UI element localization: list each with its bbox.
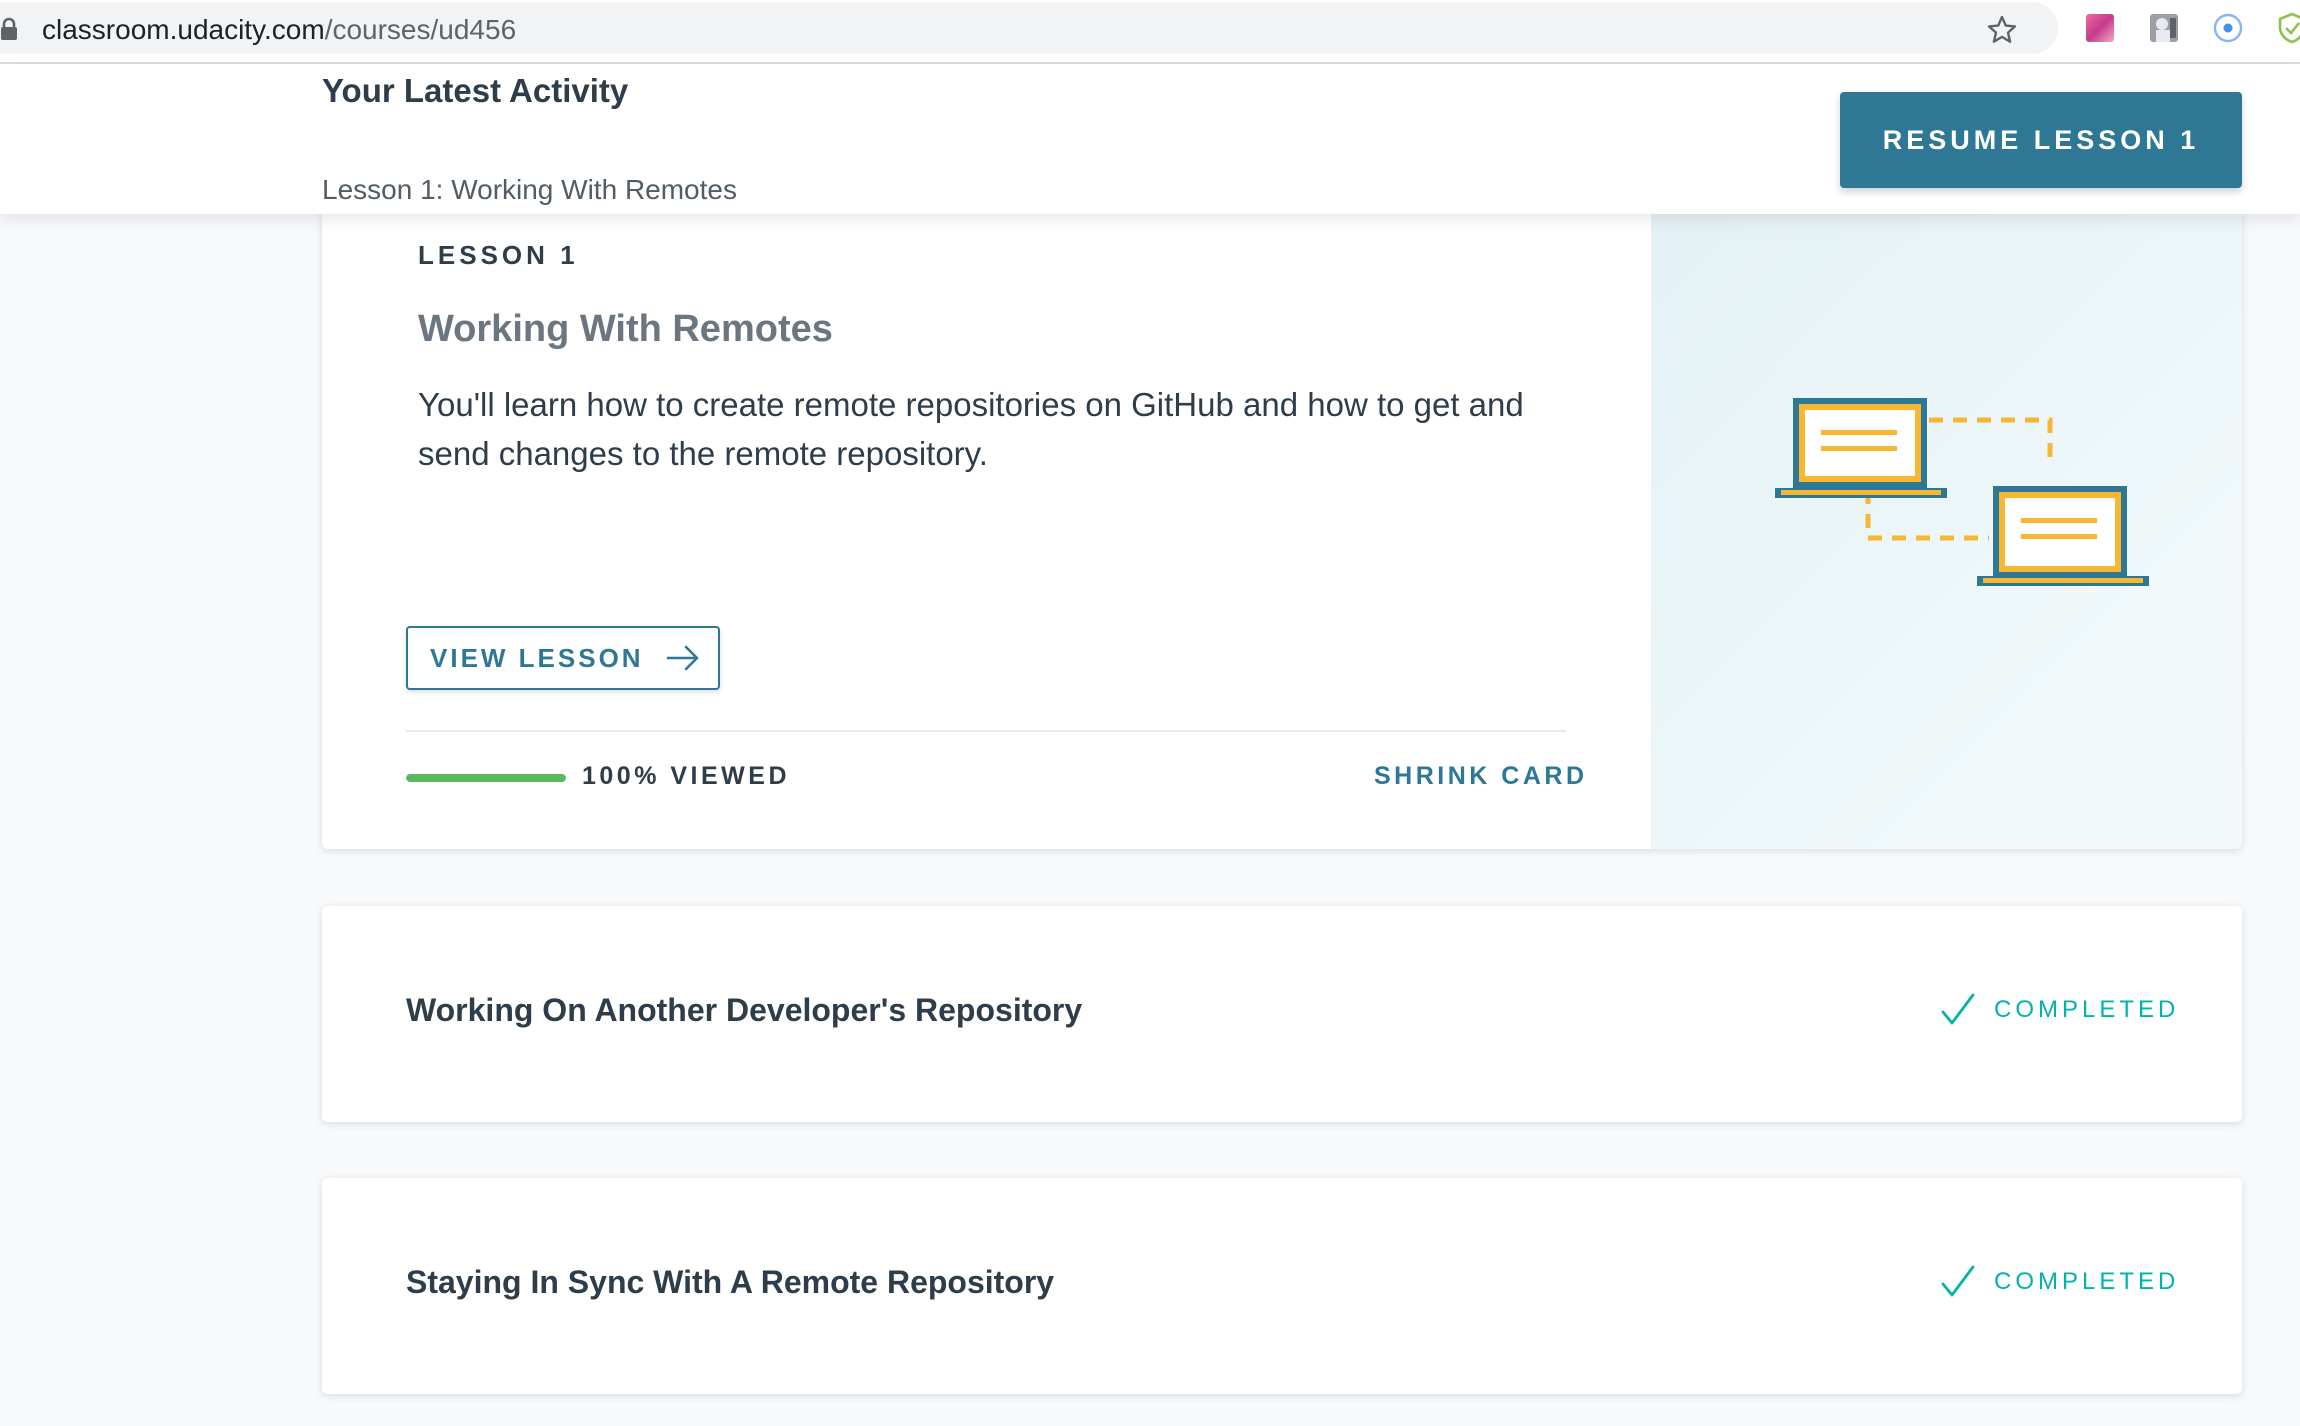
extension-profile-icon[interactable] (2148, 12, 2180, 44)
view-lesson-button[interactable]: VIEW LESSON (406, 626, 720, 690)
bookmark-star-icon[interactable] (1986, 14, 2018, 46)
extension-shield-icon[interactable] (2276, 12, 2300, 44)
browser-toolbar: classroom.udacity.com/courses/ud456 (0, 0, 2300, 64)
lesson-number-label: LESSON 1 (418, 240, 579, 270)
lesson-description: You'll learn how to create remote reposi… (418, 386, 1524, 472)
checkmark-icon (1941, 1265, 1975, 1297)
progress-bar (406, 774, 566, 782)
status-label: COMPLETED (1994, 1268, 2180, 1295)
address-bar[interactable]: classroom.udacity.com/courses/ud456 (0, 2, 2058, 54)
lesson-card-title: Working On Another Developer's Repositor… (406, 992, 1083, 1028)
resume-lesson-button[interactable]: RESUME LESSON 1 (1840, 92, 2242, 188)
extension-gradient-icon[interactable] (2084, 12, 2116, 44)
lesson-card-collapsed[interactable]: Working On Another Developer's Repositor… (322, 906, 2242, 1122)
lock-icon[interactable] (0, 17, 18, 41)
shrink-card-link[interactable]: SHRINK CARD (1374, 762, 1588, 791)
url-host: classroom.udacity.com (42, 14, 325, 45)
progress-bar-fill (406, 774, 566, 782)
checkmark-icon (1941, 993, 1975, 1025)
arrow-right-icon (666, 645, 698, 671)
lesson-card-title: Staying In Sync With A Remote Repository (406, 1264, 1055, 1300)
completed-status: COMPLETED (1940, 992, 2179, 1028)
latest-activity-title: Your Latest Activity (322, 72, 629, 109)
card-divider (406, 730, 1566, 732)
lesson-card-expanded: LESSON 1 Working With Remotes You'll lea… (322, 190, 2242, 849)
two-laptops-connected-icon (1775, 398, 2149, 586)
latest-activity-lesson: Lesson 1: Working With Remotes (322, 174, 737, 205)
lesson-title: Working With Remotes (418, 308, 833, 350)
status-label: COMPLETED (1994, 996, 2180, 1023)
url-text[interactable]: classroom.udacity.com/courses/ud456 (42, 10, 516, 50)
completed-status: COMPLETED (1940, 1264, 2179, 1300)
lesson-card-collapsed[interactable]: Staying In Sync With A Remote Repository… (322, 1178, 2242, 1394)
latest-activity-header: Your Latest Activity Lesson 1: Working W… (0, 64, 2300, 214)
view-lesson-label: VIEW LESSON (430, 642, 644, 673)
progress-label: 100% VIEWED (582, 762, 791, 790)
extension-target-icon[interactable] (2212, 12, 2244, 44)
url-path: /courses/ud456 (324, 14, 517, 45)
lesson-illustration-panel (1651, 190, 2242, 849)
